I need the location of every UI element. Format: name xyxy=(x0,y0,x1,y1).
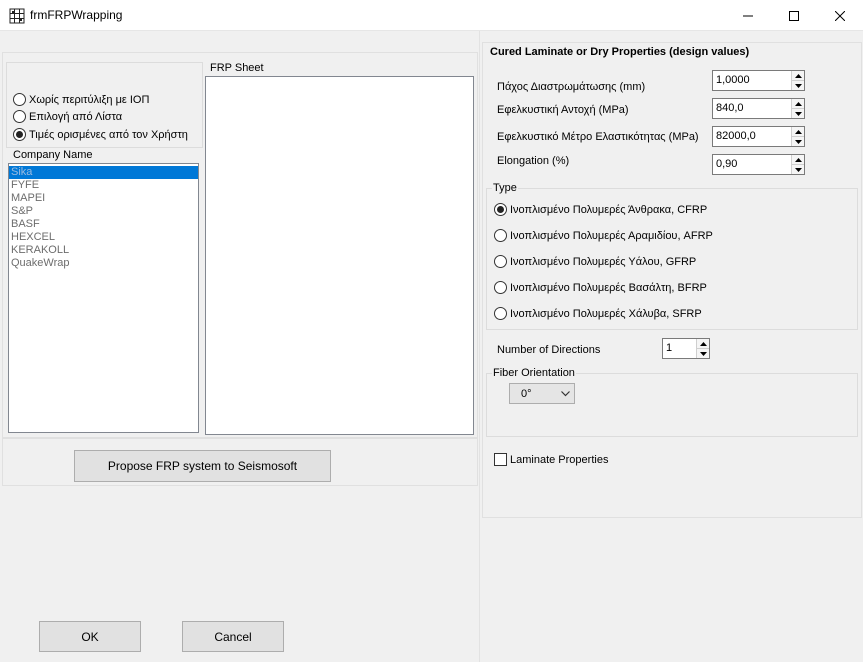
title-bar: frmFRPWrapping xyxy=(0,0,863,31)
directions-label: Number of Directions xyxy=(497,344,601,356)
company-item-sp[interactable]: S&P xyxy=(9,205,198,218)
radio-gfrp[interactable] xyxy=(494,255,507,268)
maximize-button[interactable] xyxy=(771,0,817,31)
tensile-strength-label: Εφελκυστική Αντοχή (MPa) xyxy=(497,104,629,116)
vertical-separator xyxy=(479,31,480,662)
option-no-wrapping[interactable]: Χωρίς περιτύλιξη με ΙΟΠ xyxy=(13,93,149,106)
laminate-properties-option[interactable]: Laminate Properties xyxy=(494,453,608,466)
maximize-icon xyxy=(789,10,799,21)
option-select-from-list[interactable]: Επιλογή από Λίστα xyxy=(13,110,122,123)
elongation-input[interactable]: 0,90 xyxy=(713,155,791,174)
directions-input[interactable]: 1 xyxy=(663,339,696,358)
company-item-quakewrap[interactable]: QuakeWrap xyxy=(9,257,198,270)
tensile-strength-up-button[interactable] xyxy=(792,99,804,109)
arrow-down-icon xyxy=(699,351,707,356)
elastic-modulus-down-button[interactable] xyxy=(792,137,804,146)
elastic-modulus-label: Εφελκυστικό Μέτρο Ελαστικότητας (MPa) xyxy=(497,131,699,143)
company-item-hexcel[interactable]: HEXCEL xyxy=(9,231,198,244)
option-user-defined[interactable]: Τιμές ορισμένες από τον Χρήστη xyxy=(13,128,188,141)
window-title: frmFRPWrapping xyxy=(30,8,123,22)
radio-cfrp[interactable] xyxy=(494,203,507,216)
arrow-up-icon xyxy=(794,101,802,106)
type-label: Type xyxy=(492,182,518,194)
type-option-sfrp[interactable]: Ινοπλισμένο Πολυμερές Χάλυβα, SFRP xyxy=(494,307,702,320)
laminate-properties-checkbox[interactable] xyxy=(494,453,507,466)
thickness-stepper[interactable]: 1,0000 xyxy=(712,70,805,91)
arrow-down-icon xyxy=(794,83,802,88)
company-name-label: Company Name xyxy=(12,149,94,161)
arrow-up-icon xyxy=(794,129,802,134)
frp-sheet-listbox[interactable] xyxy=(205,76,474,435)
type-option-cfrp[interactable]: Ινοπλισμένο Πολυμερές Άνθρακα, CFRP xyxy=(494,203,707,216)
frp-sheet-label: FRP Sheet xyxy=(209,62,265,74)
app-icon xyxy=(9,8,25,24)
elongation-label: Elongation (%) xyxy=(497,155,570,167)
fiber-orientation-dropdown[interactable]: 0° xyxy=(509,383,575,404)
company-listbox[interactable]: Sika FYFE MAPEI S&P BASF HEXCEL KERAKOLL… xyxy=(8,163,199,433)
elongation-up-button[interactable] xyxy=(792,155,804,165)
elastic-modulus-stepper[interactable]: 82000,0 xyxy=(712,126,805,147)
fiber-orientation-label: Fiber Orientation xyxy=(492,367,576,379)
company-item-basf[interactable]: BASF xyxy=(9,218,198,231)
arrow-up-icon xyxy=(699,341,707,346)
thickness-label: Πάχος Διαστρωμάτωσης (mm) xyxy=(497,81,646,93)
tensile-strength-input[interactable]: 840,0 xyxy=(713,99,791,118)
thickness-up-button[interactable] xyxy=(792,71,804,81)
arrow-up-icon xyxy=(794,157,802,162)
elongation-stepper[interactable]: 0,90 xyxy=(712,154,805,175)
type-option-afrp[interactable]: Ινοπλισμένο Πολυμερές Αραμιδίου, AFRP xyxy=(494,229,713,242)
radio-user-defined[interactable] xyxy=(13,128,26,141)
elastic-modulus-input[interactable]: 82000,0 xyxy=(713,127,791,146)
type-option-gfrp[interactable]: Ινοπλισμένο Πολυμερές Υάλου, GFRP xyxy=(494,255,696,268)
company-item-sika[interactable]: Sika xyxy=(9,166,198,179)
fiber-orientation-value: 0° xyxy=(521,387,532,400)
radio-bfrp[interactable] xyxy=(494,281,507,294)
elastic-modulus-up-button[interactable] xyxy=(792,127,804,137)
radio-afrp[interactable] xyxy=(494,229,507,242)
directions-up-button[interactable] xyxy=(697,339,709,349)
arrow-down-icon xyxy=(794,111,802,116)
radio-select-from-list[interactable] xyxy=(13,110,26,123)
minimize-icon xyxy=(743,15,753,16)
ok-button[interactable]: OK xyxy=(39,621,141,652)
elongation-down-button[interactable] xyxy=(792,165,804,174)
arrow-up-icon xyxy=(794,73,802,78)
close-icon xyxy=(835,10,845,21)
minimize-button[interactable] xyxy=(725,0,771,31)
tensile-strength-stepper[interactable]: 840,0 xyxy=(712,98,805,119)
company-item-mapei[interactable]: MAPEI xyxy=(9,192,198,205)
company-item-kerakoll[interactable]: KERAKOLL xyxy=(9,244,198,257)
propose-frp-button[interactable]: Propose FRP system to Seismosoft xyxy=(74,450,331,482)
arrow-down-icon xyxy=(794,139,802,144)
chevron-down-icon xyxy=(561,390,570,396)
type-option-bfrp[interactable]: Ινοπλισμένο Πολυμερές Βασάλτη, BFRP xyxy=(494,281,707,294)
tensile-strength-down-button[interactable] xyxy=(792,109,804,118)
cancel-button[interactable]: Cancel xyxy=(182,621,284,652)
thickness-input[interactable]: 1,0000 xyxy=(713,71,791,90)
laminate-properties-label: Laminate Properties xyxy=(510,453,609,466)
thickness-down-button[interactable] xyxy=(792,81,804,90)
radio-no-wrapping[interactable] xyxy=(13,93,26,106)
properties-heading: Cured Laminate or Dry Properties (design… xyxy=(490,46,750,58)
directions-down-button[interactable] xyxy=(697,349,709,358)
radio-sfrp[interactable] xyxy=(494,307,507,320)
company-item-fyfe[interactable]: FYFE xyxy=(9,179,198,192)
directions-stepper[interactable]: 1 xyxy=(662,338,710,359)
close-button[interactable] xyxy=(817,0,863,31)
arrow-down-icon xyxy=(794,167,802,172)
